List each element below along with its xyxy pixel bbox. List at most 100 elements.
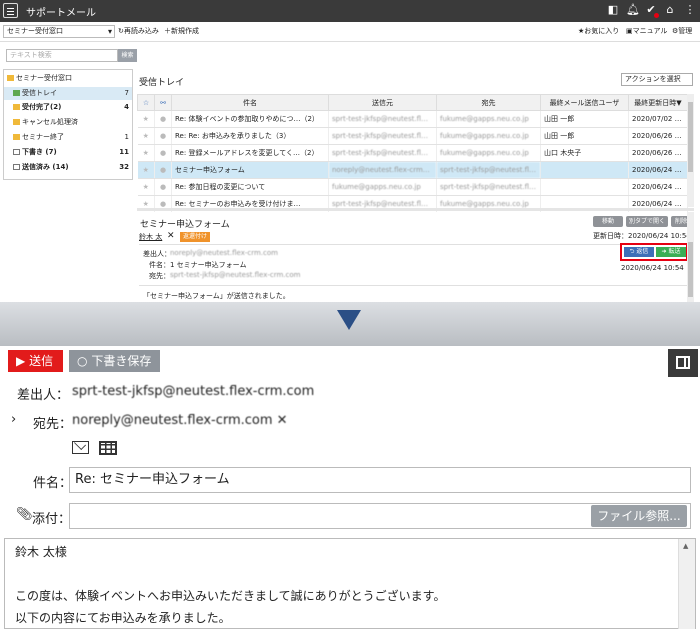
body-line: 以下の内容にてお申込みを承りました。 xyxy=(15,611,231,625)
reload-button[interactable]: ↻再読み込み xyxy=(118,26,159,37)
preview-person[interactable]: 鈴木 太 xyxy=(139,232,162,242)
sidebar-item-label: 送信済み (14) xyxy=(22,163,69,171)
preview-body: 「セミナー申込フォーム」が送信されました。 xyxy=(143,292,290,300)
sidebar-item-label: 下書き (7) xyxy=(22,148,57,156)
sidebar-item-completed[interactable]: 受付完了(2) 4 xyxy=(4,101,132,114)
row-subject: Re: Re: お申込みを承りました（3） xyxy=(171,127,329,145)
plus-icon: ＋ xyxy=(164,27,171,35)
body-textarea[interactable]: 鈴木 太様 この度は、体験イベントへお申込みいただきまして誠にありがとうございま… xyxy=(4,538,696,629)
hamburger-menu-icon[interactable] xyxy=(3,3,18,18)
bookmark-icon[interactable]: ◧ xyxy=(607,4,619,16)
row-date: 2020/06/26 … xyxy=(628,144,688,162)
subject-label: 件名： xyxy=(33,476,73,491)
table-row[interactable]: ★ ● Re: 参加日程の変更について fukume@gapps.neu.co.jp s… xyxy=(137,178,688,196)
file-browse-button[interactable]: ファイル参照... xyxy=(591,505,687,527)
dot-icon: ● xyxy=(154,178,172,196)
tag-badge[interactable]: 返還付け xyxy=(180,232,211,242)
col-date[interactable]: 最終更新日時▼ xyxy=(628,94,688,111)
star-icon[interactable]: ★ xyxy=(137,178,155,196)
sidebar-item-label: 受付完了(2) xyxy=(22,103,62,111)
sent-icon xyxy=(13,164,20,170)
table-row-selected[interactable]: ★ ● セミナー申込フォーム noreply@neutest.flex-crm… spr… xyxy=(137,161,688,179)
search-input[interactable]: テキスト検索 xyxy=(6,49,118,62)
send-button[interactable]: ▶ 送信 xyxy=(8,350,63,372)
chevron-right-icon[interactable]: › xyxy=(11,412,16,427)
splitter-handle[interactable] xyxy=(137,208,694,211)
folder-icon xyxy=(13,134,20,140)
sidebar-item-count: 11 xyxy=(119,148,129,156)
row-date: 2020/06/26 … xyxy=(628,127,688,145)
reply-button[interactable]: ⮌ 返信 xyxy=(624,247,654,257)
star-icon[interactable]: ★ xyxy=(137,127,155,145)
forward-label: 転送 xyxy=(668,248,681,255)
sidebar-item-sent[interactable]: 送信済み (14) 32 xyxy=(4,161,132,174)
row-to: fukume@gapps.neu.co.jp xyxy=(436,127,541,145)
row-from: noreply@neutest.flex-crm… xyxy=(328,161,437,179)
table-row[interactable]: ★ ● Re: 登録メールアドレスを変更してく…（2） sprt-test-jkfsp… xyxy=(137,144,688,162)
star-icon[interactable]: ★ xyxy=(137,110,155,128)
star-header-icon[interactable]: ☆ xyxy=(137,94,155,111)
thread-header-icon[interactable]: ⚯ xyxy=(154,94,172,111)
row-subject: Re: 体験イベントの参加取りやめにつ…（2） xyxy=(171,110,329,128)
list-scrollbar[interactable] xyxy=(687,94,694,207)
sidebar-item-inbox[interactable]: 受信トレイ 7 xyxy=(4,87,132,100)
admin-button[interactable]: ⚙管理 xyxy=(672,26,692,37)
preview-date: 2020/06/24 10:54 xyxy=(621,264,684,272)
table-row[interactable]: ★ ● Re: 体験イベントの参加取りやめにつ…（2） sprt-test-jkfsp… xyxy=(137,110,688,128)
subject-input[interactable]: Re: セミナー申込フォーム xyxy=(69,467,691,493)
top-bar: サポートメール ◧ 🔔︎ ✔ ⌂ ⋮ xyxy=(0,0,700,22)
col-subject[interactable]: 件名 xyxy=(171,94,329,111)
save-draft-button[interactable]: ○ 下書き保存 xyxy=(69,350,160,372)
divider xyxy=(139,285,687,286)
table-row[interactable]: ★ ● Re: Re: お申込みを承りました（3） sprt-test-jkfsp@n… xyxy=(137,127,688,145)
row-from: sprt-test-jkfsp@neutest.fl… xyxy=(328,110,437,128)
new-mail-button[interactable]: ＋新規作成 xyxy=(164,26,199,37)
new-tab-button[interactable]: 別タブで開く xyxy=(626,216,668,227)
sidebar-item-finished[interactable]: セミナー終了 1 xyxy=(4,131,132,144)
sidebar-root[interactable]: セミナー受付窓口 xyxy=(4,72,132,85)
forward-button[interactable]: ➜ 転送 xyxy=(656,247,686,257)
manual-button[interactable]: ▣マニュアル xyxy=(626,26,667,37)
mailbox-select[interactable]: セミナー受付窓口 xyxy=(3,25,115,38)
book-icon: ▣ xyxy=(626,27,633,35)
paperclip-icon: 📎︎ xyxy=(16,507,33,522)
circle-icon: ○ xyxy=(77,354,88,368)
action-select[interactable]: アクションを選択 xyxy=(621,73,693,86)
sidebar-item-cancelled[interactable]: キャンセル処理済 xyxy=(4,116,132,129)
home-icon[interactable]: ⌂ xyxy=(664,4,676,16)
body-scrollbar[interactable]: ▲ xyxy=(678,539,695,629)
sidebar-item-drafts[interactable]: 下書き (7) 11 xyxy=(4,146,132,159)
table-header: ☆ ⚯ 件名 送信元 宛先 最終メール送信ユーザ 最終更新日時▼ xyxy=(137,94,688,111)
sidebar-item-count: 4 xyxy=(124,103,129,111)
row-subject: セミナー申込フォーム xyxy=(171,161,329,179)
star-icon[interactable]: ★ xyxy=(137,144,155,162)
favorites-button[interactable]: ★お気に入り xyxy=(578,26,619,37)
star-icon[interactable]: ★ xyxy=(137,161,155,179)
col-from[interactable]: 送信元 xyxy=(328,94,437,111)
bell-icon[interactable]: 🔔︎ xyxy=(626,4,640,16)
preview-scrollbar[interactable] xyxy=(687,212,694,302)
folder-icon xyxy=(7,75,14,81)
row-user: 山口 木央子 xyxy=(540,144,629,162)
more-icon[interactable]: ⋮ xyxy=(684,4,696,16)
reply-label: 返信 xyxy=(636,248,649,255)
down-arrow-icon xyxy=(337,310,361,330)
table-icon[interactable] xyxy=(99,441,117,455)
move-button[interactable]: 移動 xyxy=(593,216,623,227)
row-user xyxy=(540,178,629,196)
play-icon: ▶ xyxy=(16,354,26,368)
mail-icon[interactable] xyxy=(72,437,89,454)
row-from: sprt-test-jkfsp@neutest.fl… xyxy=(328,127,437,145)
reply-icon: ⮌ xyxy=(629,248,635,255)
to-recipient-chip[interactable]: noreply@neutest.flex-crm.com ✕ xyxy=(72,413,288,428)
sidebar-item-label: セミナー終了 xyxy=(22,133,64,141)
search-button[interactable]: 検索 xyxy=(118,49,137,62)
panel-toggle-icon[interactable] xyxy=(668,349,698,377)
row-to: sprt-test-jkfsp@neutest.fl… xyxy=(436,161,541,179)
col-to[interactable]: 宛先 xyxy=(436,94,541,111)
close-icon[interactable]: ✕ xyxy=(167,231,175,241)
divider xyxy=(139,244,687,245)
sidebar-item-count: 1 xyxy=(124,133,129,141)
row-to: sprt-test-jkfsp@neutest.fl… xyxy=(436,178,541,196)
col-user[interactable]: 最終メール送信ユーザ xyxy=(540,94,629,111)
